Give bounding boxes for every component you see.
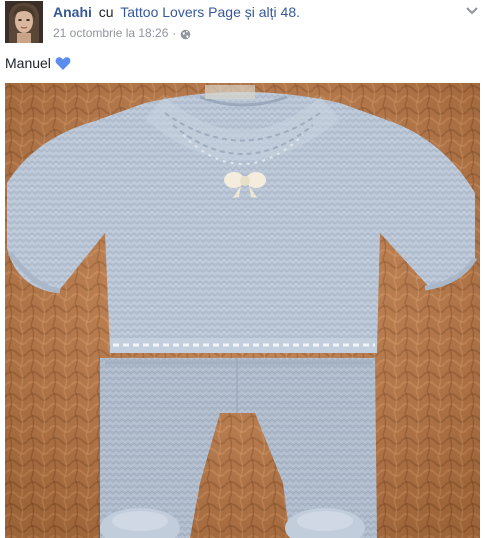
with-word: cu — [98, 4, 114, 20]
author-avatar[interactable] — [5, 1, 43, 43]
post-meta: 21 octombrie la 18:26 · — [53, 25, 191, 41]
post-message: Manuel — [5, 54, 71, 72]
blue-heart-icon — [55, 56, 71, 71]
globe-icon[interactable] — [180, 28, 191, 39]
others-link[interactable]: și alți 48. — [245, 4, 300, 20]
tagged-page-link[interactable]: Tattoo Lovers Page — [120, 4, 241, 20]
avatar-image — [5, 1, 43, 43]
post-timestamp[interactable]: 21 octombrie la 18:26 — [53, 25, 168, 41]
feed-post: Anahi cu Tattoo Lovers Page și alți 48. … — [0, 0, 485, 538]
post-message-text: Manuel — [5, 55, 51, 71]
post-photo[interactable] — [5, 83, 480, 538]
chevron-down-icon[interactable] — [465, 3, 479, 15]
knitted-baby-outfit-photo — [5, 83, 480, 538]
post-header: Anahi cu Tattoo Lovers Page și alți 48. … — [0, 0, 485, 46]
meta-separator: · — [172, 26, 177, 40]
author-line: Anahi cu Tattoo Lovers Page și alți 48. — [53, 3, 300, 21]
author-name-link[interactable]: Anahi — [53, 4, 92, 20]
